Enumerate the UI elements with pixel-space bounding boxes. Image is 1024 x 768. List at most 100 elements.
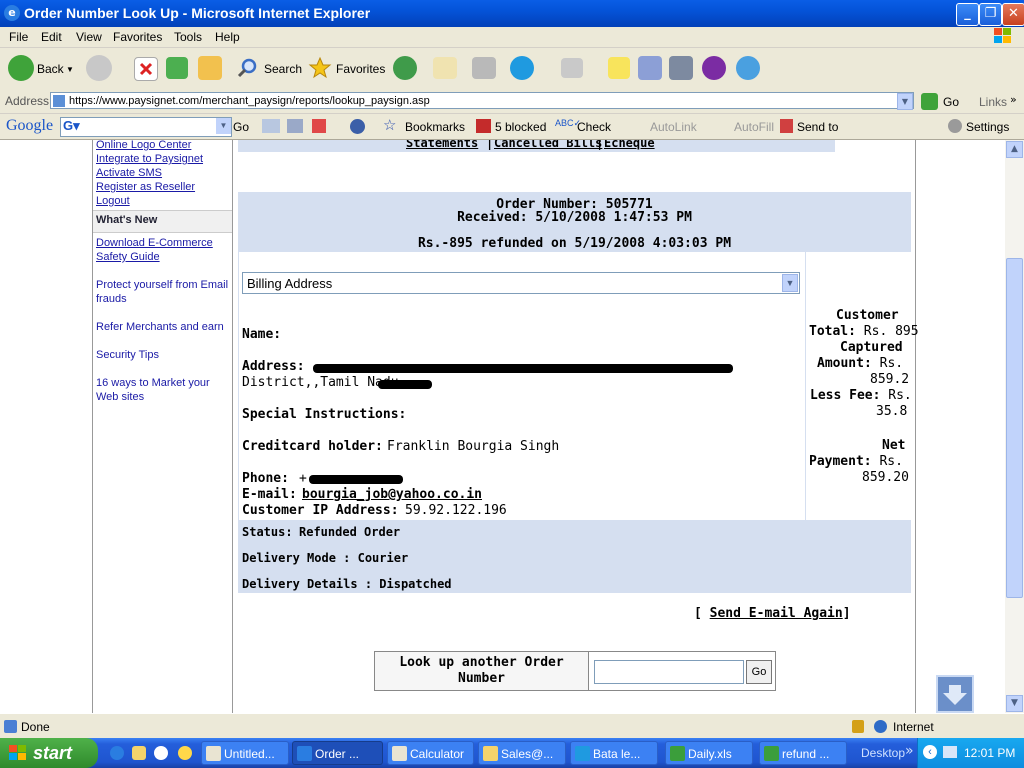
nav-link-logout[interactable]: Logout [96,194,130,208]
note-icon[interactable] [608,57,630,79]
chevron-right-icon[interactable]: » [1010,93,1017,106]
yahoo-messenger-icon[interactable] [702,56,726,80]
address-dropdown-icon[interactable]: ▼ [897,93,913,110]
scroll-down-arrow-icon[interactable] [936,675,974,713]
scroll-down-icon[interactable]: ▼ [1006,695,1023,712]
forward-arrow-icon[interactable] [86,55,112,81]
globe-icon[interactable] [350,119,365,134]
task-daily-xls[interactable]: Daily.xls [665,741,753,765]
task-order[interactable]: Order ... [292,741,383,765]
history-icon[interactable] [393,56,417,80]
scroll-up-icon[interactable]: ▲ [1006,141,1023,158]
send-to-button[interactable]: Send to [797,120,838,134]
chevron-down-icon: ▼ [782,274,798,292]
menu-file[interactable]: File [9,30,28,44]
links-label[interactable]: Links [979,95,1007,109]
home-icon[interactable] [198,56,222,80]
statements-link[interactable]: Statements [406,140,478,150]
settings-button[interactable]: Settings [966,120,1009,134]
address-type-select[interactable]: Billing Address ▼ [242,272,800,294]
go-arrow-icon[interactable] [921,93,938,110]
menu-view[interactable]: View [76,30,102,44]
edit-icon[interactable] [561,58,583,78]
menu-edit[interactable]: Edit [41,30,62,44]
task-refund[interactable]: refund ... [759,741,847,765]
nav-link-integrate[interactable]: Integrate to Paysignet [96,152,203,166]
start-button[interactable]: start [0,738,98,768]
task-untitled[interactable]: Untitled... [201,741,289,765]
google-go-button[interactable]: Go [233,120,249,134]
popups-blocked[interactable]: 5 blocked [495,120,546,134]
vertical-scrollbar[interactable]: ▲ ▼ [1005,140,1024,713]
lookup-go-button[interactable]: Go [746,660,772,684]
scrollbar-thumb[interactable] [1006,258,1023,598]
bookmarks-button[interactable]: Bookmarks [405,120,465,134]
ip-value: 59.92.122.196 [405,503,507,518]
news-link-security-tips[interactable]: Security Tips [96,348,229,362]
pagerank-icon[interactable] [262,119,280,133]
quicklaunch-outlook-icon[interactable] [132,746,146,760]
send-email-again-link[interactable]: Send E-mail Again [710,606,843,621]
echeque-link[interactable]: Echeque [604,140,655,150]
stop-icon[interactable] [134,57,158,81]
back-dropdown-icon[interactable]: ▼ [66,65,74,74]
google-search-input[interactable]: G▾ ▼ [60,117,232,137]
tools-icon[interactable] [669,56,693,80]
back-arrow-icon[interactable] [8,55,34,81]
task-calculator[interactable]: Calculator [387,741,474,765]
chevron-right-icon[interactable]: » [905,743,914,759]
news-link-market-web-sites[interactable]: 16 ways to Market your Web sites [96,376,221,404]
popup-blocker-icon [476,119,491,133]
ie-icon: e [4,5,20,21]
summary-fee-value: 35.8 [876,404,908,419]
task-bata[interactable]: Bata le... [570,741,658,765]
system-tray: ‹ 12:01 PM [917,738,1024,768]
news-link-safety-guide[interactable]: Download E-Commerce Safety Guide [96,236,221,264]
check-button[interactable]: Check [577,120,611,134]
search-site-icon[interactable] [287,119,303,133]
tray-expand-icon[interactable]: ‹ [923,745,937,759]
nav-link-register-reseller[interactable]: Register as Reseller [96,180,195,194]
favorites-button-label[interactable]: Favorites [336,62,385,76]
close-button[interactable]: ✕ [1002,3,1024,26]
address-label: Address [5,94,50,108]
autolink-button[interactable]: AutoLink [650,120,697,134]
email-link[interactable]: bourgia_job@yahoo.co.in [302,487,482,502]
go-button[interactable]: Go [943,95,959,109]
menu-tools[interactable]: Tools [174,30,202,44]
nav-link-activate-sms[interactable]: Activate SMS [96,166,162,180]
desktop-toolbar-label[interactable]: Desktop [861,746,905,760]
maximize-button[interactable]: ❐ [979,3,1002,26]
delivery-details: Delivery Details : Dispatched [242,577,452,591]
mail-icon[interactable] [433,57,457,79]
menu-help[interactable]: Help [215,30,240,44]
nav-link-online-logo-center[interactable]: Online Logo Center [96,140,191,152]
bookmarks-star-icon: ☆ [383,117,397,134]
print-icon[interactable] [472,57,496,79]
favorites-star-icon[interactable] [308,56,332,80]
messenger-icon[interactable] [736,56,760,80]
address-input[interactable]: https://www.paysignet.com/merchant_paysi… [50,92,914,109]
back-button-label[interactable]: Back [37,62,64,76]
order-number-input[interactable] [594,660,744,684]
refresh-icon[interactable] [166,57,188,79]
search-icon[interactable] [236,56,260,80]
report-links-strip: Statements | Cancelled Bills | Echeque [238,140,835,152]
autofill-button[interactable]: AutoFill [734,120,774,134]
news-link-email-frauds[interactable]: Protect yourself from Email frauds [96,278,229,306]
skype-icon[interactable] [510,56,534,80]
news-icon[interactable] [312,119,326,133]
menu-favorites[interactable]: Favorites [113,30,162,44]
quicklaunch-smiley-icon[interactable] [178,746,192,760]
network-icon[interactable] [943,746,957,758]
research-icon[interactable] [638,56,662,80]
quicklaunch-app-icon[interactable] [154,746,168,760]
task-sales[interactable]: Sales@... [478,741,566,765]
cancelled-bills-link[interactable]: Cancelled Bills [494,140,602,150]
search-button-label[interactable]: Search [264,62,302,76]
minimize-button[interactable]: _ [956,3,979,26]
separator: | [596,140,604,150]
quicklaunch-ie-icon[interactable] [110,746,124,760]
news-link-refer-merchants[interactable]: Refer Merchants and earn [96,320,229,334]
google-dropdown-icon[interactable]: ▼ [216,118,231,134]
